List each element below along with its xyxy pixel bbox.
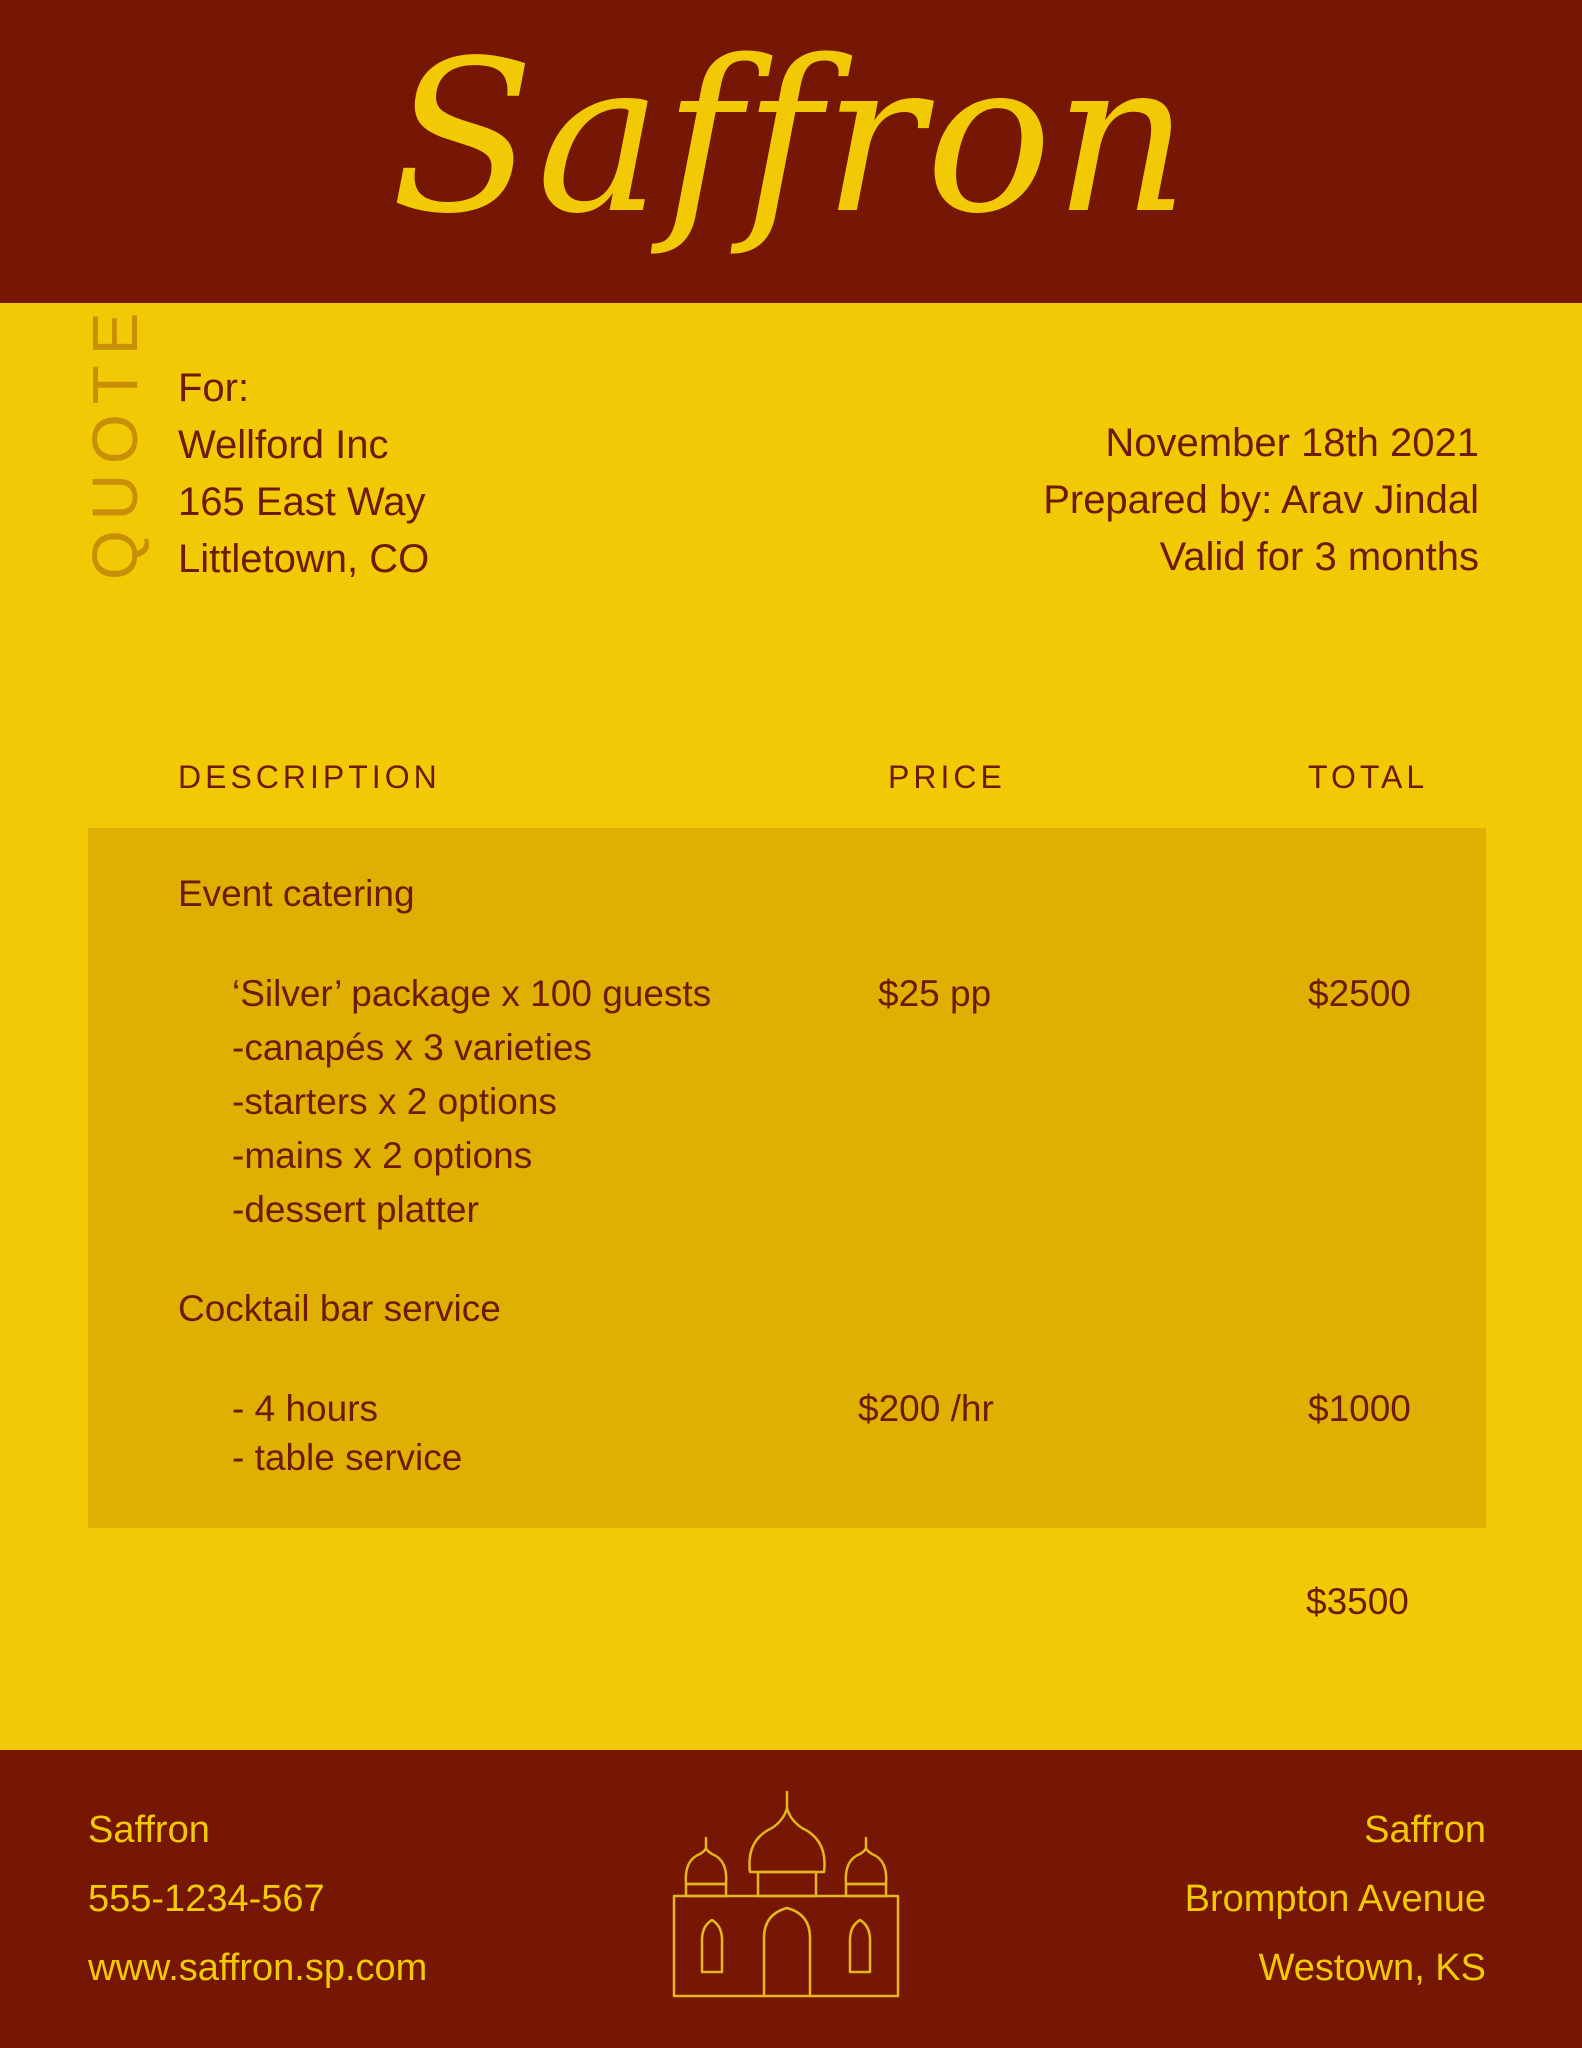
client-street: 165 East Way bbox=[178, 480, 426, 524]
item-total: $1000 bbox=[1308, 1388, 1411, 1429]
item-detail: -mains x 2 options bbox=[232, 1135, 533, 1176]
prepared-by: Prepared by: Arav Jindal bbox=[1043, 478, 1479, 522]
item-price: $25 pp bbox=[878, 973, 992, 1014]
column-header-description: DESCRIPTION bbox=[178, 759, 441, 795]
footer-company-name: Saffron bbox=[88, 1809, 210, 1851]
footer-city: Westown, KS bbox=[1258, 1947, 1486, 1989]
footer-street: Brompton Avenue bbox=[1184, 1878, 1486, 1920]
header-bar: Saffron bbox=[0, 0, 1582, 303]
item-detail: -dessert platter bbox=[232, 1189, 479, 1230]
item-title: Event catering bbox=[178, 873, 415, 914]
column-header-total: TOTAL bbox=[1308, 759, 1429, 795]
brand-title: Saffron bbox=[390, 15, 1192, 260]
footer-company-name-right: Saffron bbox=[1364, 1809, 1486, 1851]
item-detail: -starters x 2 options bbox=[232, 1081, 557, 1122]
grand-total: $3500 bbox=[1306, 1581, 1409, 1622]
client-name: Wellford Inc bbox=[178, 423, 389, 467]
validity: Valid for 3 months bbox=[1159, 535, 1479, 579]
item-title: Cocktail bar service bbox=[178, 1288, 501, 1329]
footer-website: www.saffron.sp.com bbox=[88, 1947, 428, 1989]
client-city: Littletown, CO bbox=[178, 537, 430, 581]
palace-icon bbox=[672, 1790, 900, 1998]
item-detail: -canapés x 3 varieties bbox=[232, 1027, 592, 1068]
item-price: $200 /hr bbox=[858, 1388, 994, 1429]
footer-phone: 555-1234-567 bbox=[88, 1878, 325, 1920]
item-main-line: - 4 hours bbox=[232, 1388, 379, 1429]
quote-label: QUOTE bbox=[79, 302, 151, 580]
item-detail: - table service bbox=[232, 1437, 463, 1478]
for-label: For: bbox=[178, 366, 250, 410]
item-main-line: ‘Silver’ package x 100 guests bbox=[232, 973, 712, 1014]
column-header-price: PRICE bbox=[888, 759, 1006, 795]
item-total: $2500 bbox=[1308, 973, 1411, 1014]
quote-date: November 18th 2021 bbox=[1105, 421, 1479, 465]
